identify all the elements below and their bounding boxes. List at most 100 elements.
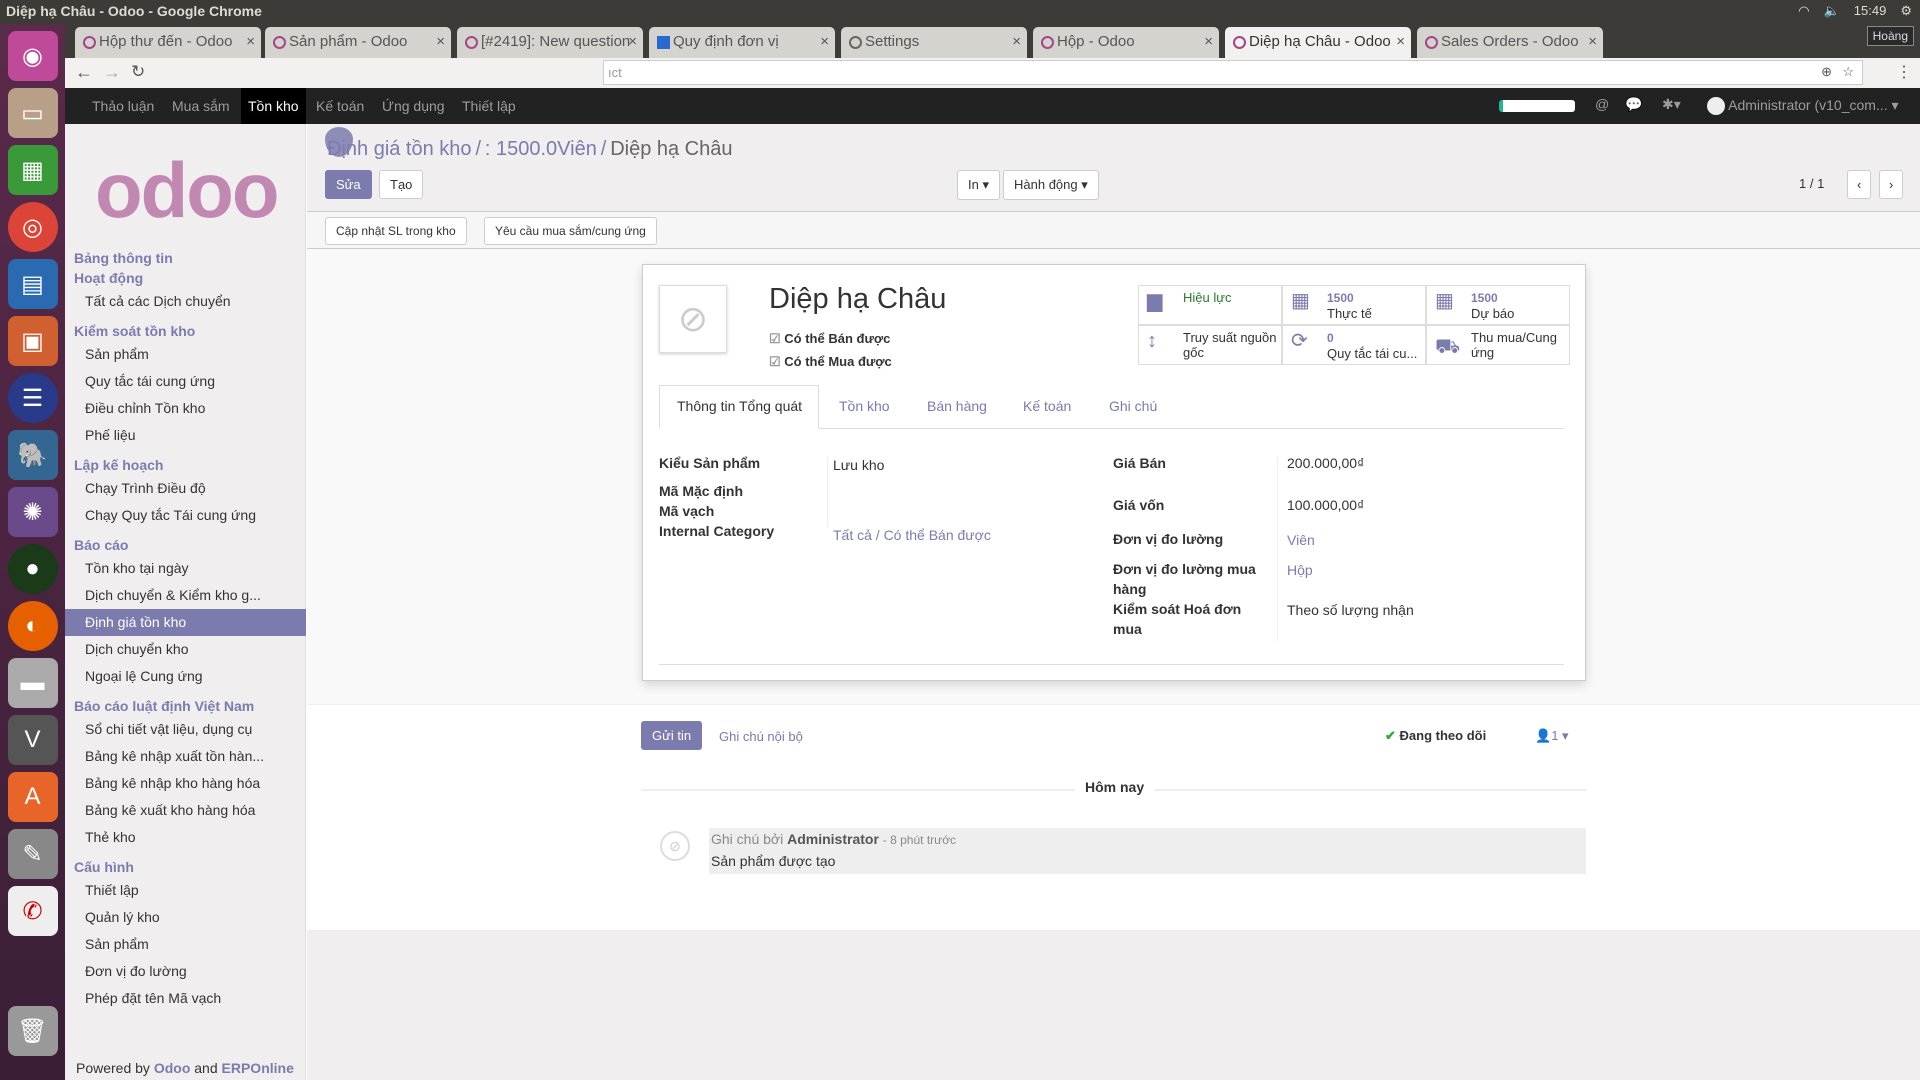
nav-ke-toan[interactable]: Kế toán (309, 88, 371, 124)
chrome-icon[interactable]: ◎ (7, 202, 58, 252)
close-icon[interactable]: × (1204, 33, 1213, 50)
update-qty-button[interactable]: Cập nhật SL trong kho (325, 217, 467, 245)
sidebar-item[interactable]: Bảng kê nhập xuất tồn hàn... (65, 743, 306, 770)
vim-icon[interactable]: V (7, 715, 58, 765)
close-icon[interactable]: × (246, 33, 255, 50)
sidebar-item[interactable]: Sổ chi tiết vật liệu, dụng cụ (65, 716, 306, 743)
forward-icon[interactable]: → (103, 62, 121, 83)
action-dropdown[interactable]: Hành động ▾ (1003, 170, 1099, 200)
back-icon[interactable]: ← (75, 62, 93, 83)
sidebar-item[interactable]: Bảng kê xuất kho hàng hóa (65, 797, 306, 824)
gear-icon[interactable]: ⚙ (1900, 3, 1912, 19)
stat-procurement-button[interactable]: ⛟ Thu mua/Cung ứng (1426, 325, 1570, 365)
sale-ok-checkbox[interactable]: ☑ Có thể Bán được (769, 331, 890, 347)
close-icon[interactable]: × (1396, 33, 1405, 50)
trash-icon[interactable]: 🗑 (7, 1006, 58, 1056)
sidebar-item[interactable]: Sản phẩm (65, 931, 306, 958)
close-icon[interactable]: × (436, 33, 445, 50)
settings-icon[interactable]: ✎ (7, 829, 58, 879)
breadcrumb-item[interactable]: : 1500.0Viên (485, 138, 597, 160)
sidebar-section-header[interactable]: Bảng thông tin (65, 248, 306, 268)
send-message-button[interactable]: Gửi tin (641, 721, 703, 750)
tab-inventory[interactable]: Tồn kho (839, 398, 890, 414)
stat-forecast-button[interactable]: ▦ 1500 Dự báo (1426, 285, 1570, 325)
browser-tab[interactable]: Quy định đơn vị × (649, 27, 835, 58)
clock[interactable]: 15:49 (1854, 3, 1887, 19)
followers-dropdown[interactable]: 👤1 ▾ (1535, 728, 1569, 744)
url-input[interactable]: ıct ⊕ ☆ (603, 60, 1863, 85)
procurement-request-button[interactable]: Yêu cầu mua sắm/cung ứng (484, 217, 657, 245)
sidebar-section-header[interactable]: Kiểm soát tồn kho (65, 321, 306, 341)
ubuntu-icon[interactable]: ◉ (7, 31, 58, 81)
postgres-icon[interactable]: 🐘 (7, 430, 58, 480)
nav-thao-luan[interactable]: Thảo luận (85, 88, 161, 124)
sidebar-section-header[interactable]: Lập kế hoạch (65, 455, 306, 475)
sidebar-item[interactable]: Quy tắc tái cung ứng (65, 368, 306, 395)
sidebar-section-header[interactable]: Báo cáo luật định Việt Nam (65, 696, 306, 716)
purchase-uom-value[interactable]: Hộp (1287, 562, 1313, 578)
sidebar-item[interactable]: Tất cả các Dịch chuyển (65, 288, 306, 315)
next-icon[interactable]: › (1879, 170, 1904, 199)
sidebar-item[interactable]: Đơn vị đo lường (65, 958, 306, 985)
uom-value[interactable]: Viên (1287, 532, 1315, 548)
close-icon[interactable]: × (628, 33, 637, 50)
author-avatar[interactable]: ⊘ (660, 831, 690, 861)
stat-reorder-button[interactable]: ⟳ 0 Quy tắc tái cu... (1282, 325, 1426, 365)
browser-tab[interactable]: Hộp thư đến - Odoo × (75, 27, 261, 58)
product-image-placeholder[interactable]: ⊘ (659, 285, 727, 353)
browser-tab[interactable]: Sales Orders - Odoo × (1417, 27, 1603, 58)
close-icon[interactable]: × (1588, 33, 1597, 50)
sidebar-item[interactable]: Định giá tồn kho (65, 609, 306, 636)
sidebar-item[interactable]: Bảng kê nhập kho hàng hóa (65, 770, 306, 797)
firefox-icon[interactable]: ◐ (7, 601, 58, 651)
odoo-logo[interactable]: odoo (95, 145, 280, 236)
following-button[interactable]: ✔ Đang theo dõi (1385, 728, 1486, 744)
star-icon[interactable]: ☆ (1842, 64, 1854, 80)
sidebar-item[interactable]: Dịch chuyển & Kiểm kho g... (65, 582, 306, 609)
shutter-icon[interactable]: ✺ (7, 487, 58, 537)
odoo-link[interactable]: Odoo (154, 1060, 191, 1076)
nav-mua-sam[interactable]: Mua sắm (165, 88, 237, 124)
sidebar-section-header[interactable]: Hoạt động (65, 268, 306, 288)
tab-sales[interactable]: Bán hàng (927, 398, 987, 414)
stat-onhand-button[interactable]: ▦ 1500 Thực tế (1282, 285, 1426, 325)
user-menu[interactable]: Administrator (v10_com... ▾ (1707, 97, 1899, 116)
tab-general-info-label[interactable]: Thông tin Tổng quát (677, 398, 802, 414)
files-icon[interactable]: ▭ (7, 88, 58, 138)
log-note-button[interactable]: Ghi chú nội bộ (719, 729, 803, 744)
browser-tab-active[interactable]: Diệp hạ Châu - Odoo × (1225, 27, 1411, 58)
browser-tab[interactable]: Hộp - Odoo × (1033, 27, 1219, 58)
edit-button[interactable]: Sửa (325, 170, 372, 199)
volume-icon[interactable]: 🔈 (1824, 3, 1840, 19)
writer-icon[interactable]: ▤ (7, 259, 58, 309)
camera-icon[interactable]: ● (7, 544, 58, 594)
tab-accounting[interactable]: Kế toán (1023, 398, 1071, 414)
close-icon[interactable]: × (820, 33, 829, 50)
print-dropdown[interactable]: In ▾ (957, 170, 1000, 200)
browser-tab[interactable]: Settings × (841, 27, 1027, 58)
profile-button[interactable]: Hoàng (1866, 26, 1914, 46)
close-icon[interactable]: × (1012, 33, 1021, 50)
at-icon[interactable]: @ (1595, 96, 1609, 112)
browser-tab[interactable]: Sản phẩm - Odoo × (265, 27, 451, 58)
sidebar-item[interactable]: Phép đặt tên Mã vạch (65, 985, 306, 1012)
stat-traceability-button[interactable]: ↕ Truy suất nguồn gốc (1138, 325, 1282, 365)
sidebar-item[interactable]: Chạy Trình Điều độ (65, 475, 306, 502)
progress-widget[interactable] (1499, 100, 1575, 112)
pdf-icon[interactable]: ✆ (7, 886, 58, 936)
previous-icon[interactable]: ‹ (1847, 170, 1872, 199)
sidebar-item[interactable]: Sản phẩm (65, 341, 306, 368)
sidebar-item[interactable]: Phế liệu (65, 422, 306, 449)
nav-ung-dung[interactable]: Ứng dụng (375, 88, 452, 124)
bug-icon[interactable]: ✱▾ (1662, 96, 1681, 113)
nav-ton-kho[interactable]: Tồn kho (241, 88, 306, 124)
software-center-icon[interactable]: A (7, 772, 58, 822)
message-author[interactable]: Administrator (787, 831, 879, 847)
nav-thiet-lap[interactable]: Thiết lập (455, 88, 523, 124)
wifi-icon[interactable]: ◠ (1798, 3, 1809, 19)
sidebar-item[interactable]: Thẻ kho (65, 824, 306, 851)
stat-active-button[interactable]: ▆ Hiệu lực (1138, 285, 1282, 325)
reload-icon[interactable]: ↻ (131, 62, 145, 82)
browser-tab[interactable]: [#2419]: New question × (457, 27, 643, 58)
menu-icon[interactable]: ⋮ (1896, 62, 1912, 82)
